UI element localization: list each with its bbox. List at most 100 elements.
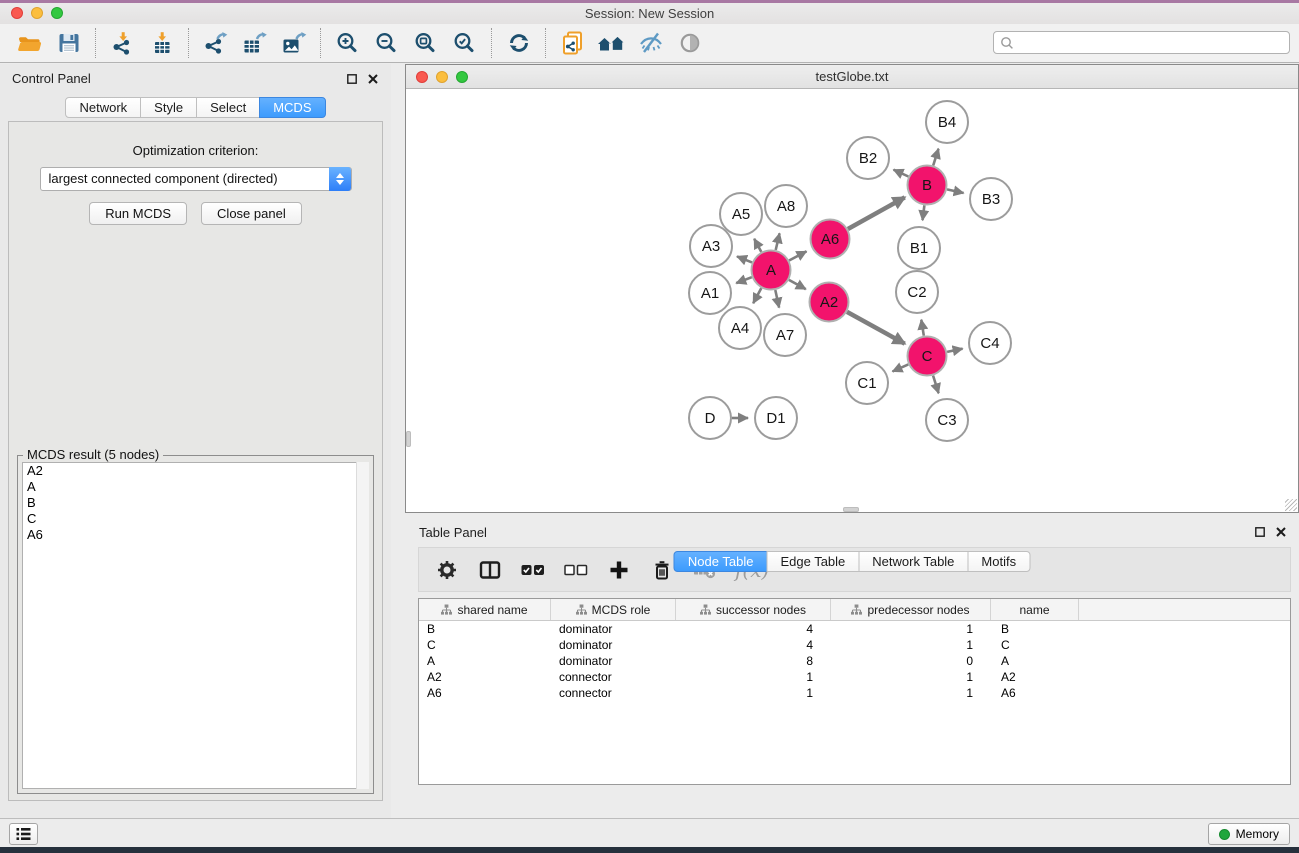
tab-select[interactable]: Select <box>196 97 260 118</box>
export-image-button[interactable] <box>274 26 313 60</box>
table-cell[interactable]: A <box>419 654 551 668</box>
export-table-button[interactable] <box>235 26 274 60</box>
search-input[interactable] <box>1014 35 1289 50</box>
tab-network-table[interactable]: Network Table <box>858 551 968 572</box>
graph-edge-A-A4[interactable] <box>753 288 761 303</box>
graph-edge-C-C3[interactable] <box>933 376 939 394</box>
tab-node-table[interactable]: Node Table <box>674 551 768 572</box>
graph-node-C[interactable]: C <box>908 337 947 376</box>
import-network-button[interactable] <box>103 26 142 60</box>
apply-layout-button[interactable] <box>499 26 538 60</box>
column-header-shared-name[interactable]: shared name <box>419 599 551 620</box>
zoom-in-button[interactable] <box>328 26 367 60</box>
graph-edge-A-A5[interactable] <box>754 239 761 252</box>
graph-node-C1[interactable]: C1 <box>846 362 888 404</box>
graph-node-A5[interactable]: A5 <box>720 193 762 235</box>
network-horizontal-scrollbar[interactable] <box>843 507 859 512</box>
graph-node-B1[interactable]: B1 <box>898 227 940 269</box>
graph-node-B[interactable]: B <box>908 166 947 205</box>
table-cell[interactable]: C <box>419 638 551 652</box>
zoom-selected-button[interactable] <box>445 26 484 60</box>
deselect-all-columns-button[interactable] <box>563 555 589 585</box>
graph-edge-B-B1[interactable] <box>923 205 925 220</box>
graph-node-B2[interactable]: B2 <box>847 137 889 179</box>
close-table-panel-button[interactable] <box>1275 526 1287 538</box>
minimize-network-window-button[interactable] <box>436 71 448 83</box>
graph-node-A4[interactable]: A4 <box>719 307 761 349</box>
minimize-window-button[interactable] <box>31 7 43 19</box>
tab-motifs[interactable]: Motifs <box>967 551 1030 572</box>
select-all-columns-button[interactable] <box>520 555 546 585</box>
graph-node-D[interactable]: D <box>689 397 731 439</box>
graph-node-A8[interactable]: A8 <box>765 185 807 227</box>
close-window-button[interactable] <box>11 7 23 19</box>
graph-node-C3[interactable]: C3 <box>926 399 968 441</box>
float-panel-button[interactable] <box>346 73 358 85</box>
save-session-button[interactable] <box>49 26 88 60</box>
graph-edge-A2-C[interactable] <box>847 312 905 344</box>
zoom-network-window-button[interactable] <box>456 71 468 83</box>
hide-graphics-button[interactable] <box>631 26 670 60</box>
tab-mcds[interactable]: MCDS <box>259 97 325 118</box>
table-settings-button[interactable] <box>434 555 460 585</box>
graph-edge-A-A1[interactable] <box>736 277 752 283</box>
graph-edge-A-A6[interactable] <box>789 251 806 260</box>
graph-edge-C-C4[interactable] <box>947 349 963 352</box>
graph-edge-B-B3[interactable] <box>947 189 964 193</box>
close-panel-action-button[interactable]: Close panel <box>201 202 302 225</box>
zoom-out-button[interactable] <box>367 26 406 60</box>
search-field[interactable] <box>993 31 1290 54</box>
result-item-a6[interactable]: A6 <box>23 527 368 543</box>
graph-edge-B-B2[interactable] <box>894 170 909 177</box>
network-vertical-scrollbar[interactable] <box>406 431 411 447</box>
graph-node-A2[interactable]: A2 <box>810 283 849 322</box>
import-table-button[interactable] <box>142 26 181 60</box>
float-table-panel-button[interactable] <box>1254 526 1266 538</box>
result-list-scrollbar[interactable] <box>356 462 369 789</box>
graph-node-D1[interactable]: D1 <box>755 397 797 439</box>
resize-grip[interactable] <box>1285 499 1297 511</box>
close-panel-button[interactable] <box>367 73 379 85</box>
task-history-button[interactable] <box>9 823 38 845</box>
close-network-window-button[interactable] <box>416 71 428 83</box>
show-columns-button[interactable] <box>477 555 503 585</box>
table-cell[interactable]: A2 <box>419 670 551 684</box>
graph-edge-A-A7[interactable] <box>775 290 779 308</box>
graph-edge-A-A2[interactable] <box>789 280 806 289</box>
zoom-fit-button[interactable] <box>406 26 445 60</box>
graph-node-A[interactable]: A <box>752 251 791 290</box>
graph-node-B4[interactable]: B4 <box>926 101 968 143</box>
result-item-b[interactable]: B <box>23 495 368 511</box>
result-item-c[interactable]: C <box>23 511 368 527</box>
graph-edge-A-A8[interactable] <box>776 233 780 250</box>
result-item-a2[interactable]: A2 <box>23 463 368 479</box>
graph-edge-C-C2[interactable] <box>921 320 924 336</box>
table-cell[interactable]: B <box>419 622 551 636</box>
graph-edge-C-C1[interactable] <box>893 364 909 371</box>
graph-edge-A6-B[interactable] <box>848 197 905 229</box>
clone-network-button[interactable] <box>553 26 592 60</box>
run-mcds-button[interactable]: Run MCDS <box>89 202 187 225</box>
graph-node-A7[interactable]: A7 <box>764 314 806 356</box>
graph-edge-A-A3[interactable] <box>737 256 752 262</box>
network-overview-button[interactable] <box>592 26 631 60</box>
memory-button[interactable]: Memory <box>1208 823 1290 845</box>
graph-node-B3[interactable]: B3 <box>970 178 1012 220</box>
tab-network[interactable]: Network <box>65 97 141 118</box>
result-item-a[interactable]: A <box>23 479 368 495</box>
export-network-button[interactable] <box>196 26 235 60</box>
graph-node-A6[interactable]: A6 <box>811 220 850 259</box>
tab-edge-table[interactable]: Edge Table <box>766 551 859 572</box>
open-session-button[interactable] <box>10 26 49 60</box>
table-cell[interactable]: A6 <box>419 686 551 700</box>
show-graphics-button[interactable] <box>670 26 709 60</box>
graph-node-A1[interactable]: A1 <box>689 272 731 314</box>
graph-edge-B-B4[interactable] <box>933 149 938 166</box>
criterion-select[interactable]: largest connected component (directed) <box>40 167 352 191</box>
network-canvas[interactable]: A B C A2 A6 A1 A3 A4 A5 A7 A8 B1 B2 B3B4 C1 C2 C3C4 D D1 <box>406 90 1298 512</box>
graph-node-C4[interactable]: C4 <box>969 322 1011 364</box>
graph-node-A3[interactable]: A3 <box>690 225 732 267</box>
graph-node-C2[interactable]: C2 <box>896 271 938 313</box>
zoom-window-button[interactable] <box>51 7 63 19</box>
tab-style[interactable]: Style <box>140 97 197 118</box>
